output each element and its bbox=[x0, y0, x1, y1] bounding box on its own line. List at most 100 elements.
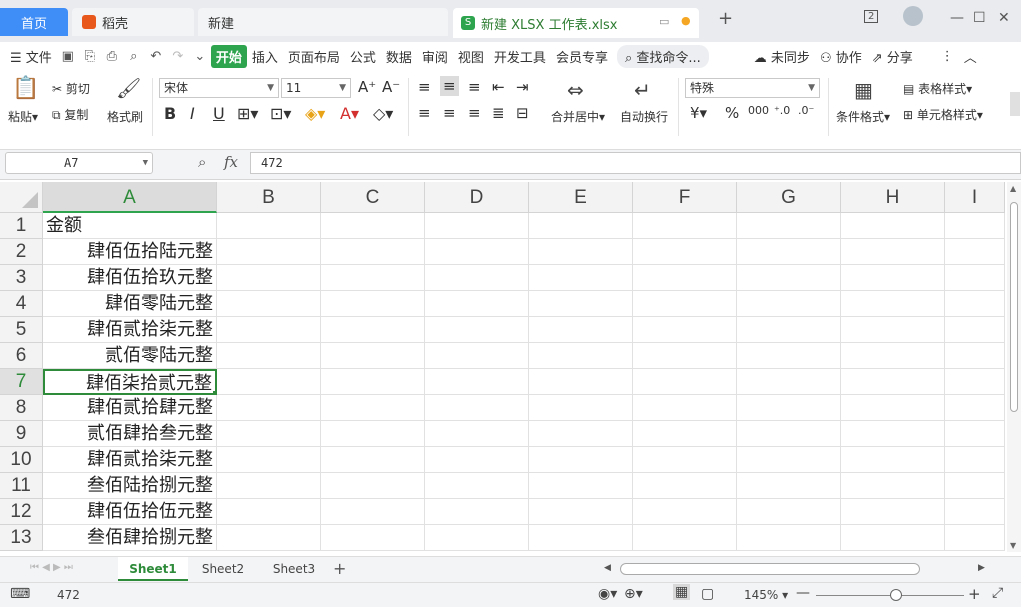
cell-f4[interactable] bbox=[633, 291, 737, 317]
cell-c8[interactable] bbox=[321, 395, 425, 421]
cell-b1[interactable] bbox=[217, 213, 321, 239]
cell-i10[interactable] bbox=[945, 447, 1005, 473]
page-view-icon[interactable]: ▢ bbox=[701, 586, 714, 602]
cell-c7[interactable] bbox=[321, 369, 425, 395]
cell-c11[interactable] bbox=[321, 473, 425, 499]
row-header-5[interactable]: 5 bbox=[0, 317, 43, 343]
first-sheet-icon[interactable]: ⏮ ◀ ▶ ⏭ bbox=[30, 562, 73, 573]
cell-b12[interactable] bbox=[217, 499, 321, 525]
row-header-13[interactable]: 13 bbox=[0, 525, 43, 551]
merge-center-button[interactable]: 合并居中▾ bbox=[551, 108, 605, 125]
cell-d8[interactable] bbox=[425, 395, 529, 421]
eye-protection-icon[interactable]: ◉▾ bbox=[598, 586, 617, 602]
cell-i13[interactable] bbox=[945, 525, 1005, 551]
cell-b3[interactable] bbox=[217, 265, 321, 291]
zoom-in-icon[interactable]: + bbox=[968, 585, 981, 603]
fill-color-icon[interactable]: ◈▾ bbox=[305, 104, 325, 123]
row-header-2[interactable]: 2 bbox=[0, 239, 43, 265]
cell-i8[interactable] bbox=[945, 395, 1005, 421]
share-button[interactable]: ⇗ 分享 bbox=[867, 47, 918, 66]
cell-i12[interactable] bbox=[945, 499, 1005, 525]
cell-f10[interactable] bbox=[633, 447, 737, 473]
cell-h6[interactable] bbox=[841, 343, 945, 369]
cell-g12[interactable] bbox=[737, 499, 841, 525]
quick-access-dropdown-icon[interactable]: ⌄ bbox=[189, 46, 211, 66]
cell-h13[interactable] bbox=[841, 525, 945, 551]
cell-a3[interactable]: 肆佰伍拾玖元整 bbox=[43, 265, 217, 291]
tab-new[interactable]: 新建 bbox=[198, 8, 448, 36]
cell-d11[interactable] bbox=[425, 473, 529, 499]
cell-b8[interactable] bbox=[217, 395, 321, 421]
cell-d3[interactable] bbox=[425, 265, 529, 291]
cell-a13[interactable]: 叁佰肆拾捌元整 bbox=[43, 525, 217, 551]
cell-a6[interactable]: 贰佰零陆元整 bbox=[43, 343, 217, 369]
cell-f2[interactable] bbox=[633, 239, 737, 265]
horizontal-scrollbar-thumb[interactable] bbox=[620, 563, 920, 575]
cell-d9[interactable] bbox=[425, 421, 529, 447]
cell-b11[interactable] bbox=[217, 473, 321, 499]
cell-f3[interactable] bbox=[633, 265, 737, 291]
cell-b7[interactable] bbox=[217, 369, 321, 395]
cell-e3[interactable] bbox=[529, 265, 633, 291]
cell-a9[interactable]: 贰佰肆拾叁元整 bbox=[43, 421, 217, 447]
row-header-11[interactable]: 11 bbox=[0, 473, 43, 499]
tab-active-file[interactable]: S 新建 XLSX 工作表.xlsx ▭ ● bbox=[453, 8, 699, 38]
column-header-c[interactable]: C bbox=[321, 182, 425, 213]
scroll-up-icon[interactable]: ▲ bbox=[1010, 184, 1016, 193]
formula-input[interactable]: 472 bbox=[250, 152, 1021, 174]
bold-icon[interactable]: B bbox=[164, 104, 176, 123]
indent-decrease-icon[interactable]: ⇤ bbox=[492, 78, 505, 96]
justify-icon[interactable]: ≣ bbox=[492, 104, 505, 122]
font-size-select[interactable]: 11 ▼ bbox=[281, 78, 351, 98]
cell-g10[interactable] bbox=[737, 447, 841, 473]
percent-format-button[interactable]: % bbox=[725, 104, 739, 122]
indent-increase-icon[interactable]: ⇥ bbox=[516, 78, 529, 96]
increase-decimal-icon[interactable]: ⁺.0 bbox=[774, 104, 790, 117]
redo-icon[interactable]: ↷ bbox=[167, 46, 189, 66]
cell-d6[interactable] bbox=[425, 343, 529, 369]
cell-e13[interactable] bbox=[529, 525, 633, 551]
cell-c4[interactable] bbox=[321, 291, 425, 317]
border-icon[interactable]: ⊞▾ bbox=[237, 104, 258, 123]
cell-g6[interactable] bbox=[737, 343, 841, 369]
cell-d13[interactable] bbox=[425, 525, 529, 551]
cell-h11[interactable] bbox=[841, 473, 945, 499]
cell-d4[interactable] bbox=[425, 291, 529, 317]
row-header-1[interactable]: 1 bbox=[0, 213, 43, 239]
copy-button[interactable]: ⧉ 复制 bbox=[52, 106, 88, 123]
cell-style-button[interactable]: ⊞ 单元格样式▾ bbox=[903, 106, 983, 123]
cell-d7[interactable] bbox=[425, 369, 529, 395]
cell-f8[interactable] bbox=[633, 395, 737, 421]
cell-a11[interactable]: 叁佰陆拾捌元整 bbox=[43, 473, 217, 499]
cell-d5[interactable] bbox=[425, 317, 529, 343]
align-top-icon[interactable]: ≡ bbox=[418, 78, 431, 96]
row-header-4[interactable]: 4 bbox=[0, 291, 43, 317]
cell-a12[interactable]: 肆佰伍拾伍元整 bbox=[43, 499, 217, 525]
wrap-text-icon[interactable]: ↵ bbox=[634, 78, 651, 102]
cell-e4[interactable] bbox=[529, 291, 633, 317]
name-box[interactable]: A7 ▼ bbox=[5, 152, 153, 174]
merge-center-icon[interactable]: ⇔ bbox=[567, 78, 584, 102]
menu-view[interactable]: 视图 bbox=[453, 47, 489, 66]
tab-home[interactable]: 首页 bbox=[0, 8, 68, 36]
cell-i6[interactable] bbox=[945, 343, 1005, 369]
increase-font-icon[interactable]: A⁺ bbox=[358, 78, 376, 96]
close-icon[interactable]: ✕ bbox=[998, 10, 1010, 26]
cell-h8[interactable] bbox=[841, 395, 945, 421]
format-painter-icon[interactable]: 🖌 bbox=[116, 76, 141, 100]
add-sheet-button[interactable]: + bbox=[333, 559, 346, 578]
cell-h3[interactable] bbox=[841, 265, 945, 291]
select-all-corner[interactable] bbox=[0, 182, 43, 213]
save-icon[interactable]: ▣ bbox=[57, 46, 79, 66]
cell-d2[interactable] bbox=[425, 239, 529, 265]
cell-g9[interactable] bbox=[737, 421, 841, 447]
row-header-6[interactable]: 6 bbox=[0, 343, 43, 369]
cell-b6[interactable] bbox=[217, 343, 321, 369]
zoom-level[interactable]: 145% ▾ bbox=[744, 588, 788, 602]
cell-e12[interactable] bbox=[529, 499, 633, 525]
row-header-10[interactable]: 10 bbox=[0, 447, 43, 473]
column-header-g[interactable]: G bbox=[737, 182, 841, 213]
cell-h10[interactable] bbox=[841, 447, 945, 473]
align-left-icon[interactable]: ≡ bbox=[418, 104, 431, 122]
cell-c12[interactable] bbox=[321, 499, 425, 525]
